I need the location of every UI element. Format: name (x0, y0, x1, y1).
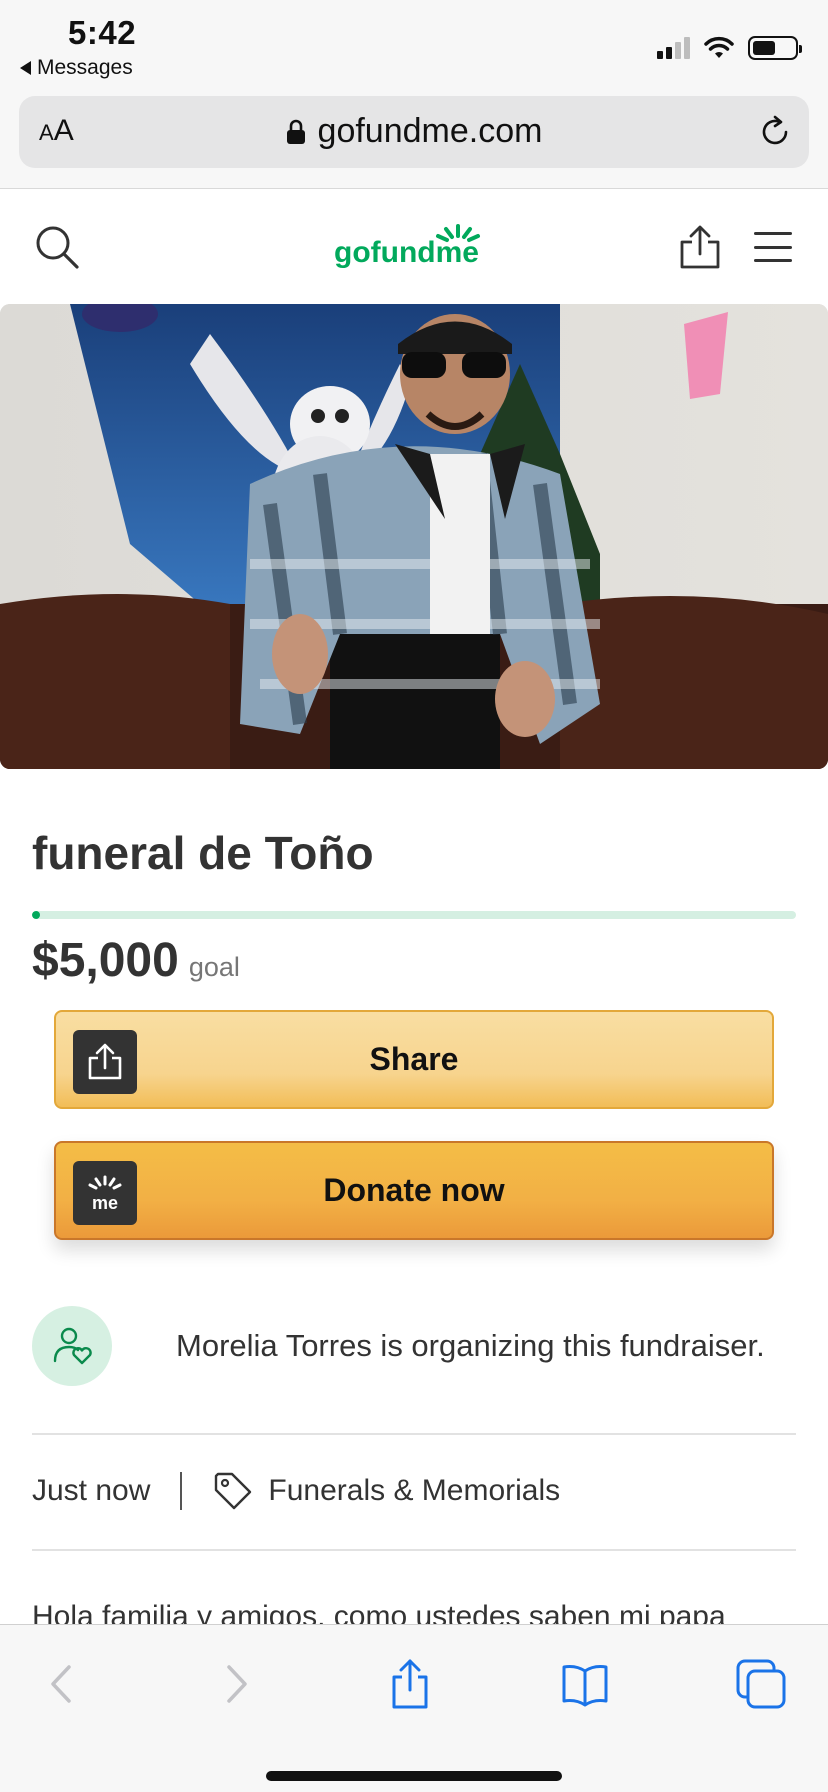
hamburger-menu-icon[interactable] (754, 232, 792, 262)
donate-button-label: Donate now (323, 1172, 505, 1208)
share-button[interactable]: Share (54, 1010, 774, 1109)
status-icons (657, 36, 802, 60)
svg-text:gofundme: gofundme (334, 236, 479, 269)
bookmarks-book-icon[interactable] (558, 1657, 612, 1711)
share-sheet-icon[interactable] (383, 1657, 437, 1711)
site-header: gofundme (0, 190, 828, 304)
campaign-photo (0, 304, 828, 769)
address-bar[interactable]: AA gofundme.com (19, 96, 809, 168)
logo-mark-icon: gofundme (334, 224, 480, 269)
back-app-label: Messages (37, 56, 133, 79)
share-icon[interactable] (678, 224, 722, 270)
goal-amount: $5,000 (32, 934, 179, 987)
goal-summary: $5,000 goal (32, 933, 240, 988)
battery-icon (748, 36, 802, 60)
created-time: Just now (32, 1474, 151, 1507)
meta-separator (180, 1472, 183, 1510)
url-display[interactable]: gofundme.com (19, 112, 809, 151)
category-link[interactable]: Funerals & Memorials (268, 1474, 560, 1508)
progress-fill (32, 911, 40, 919)
organizer-text: Morelia Torres is organizing this fundra… (176, 1328, 765, 1363)
cellular-signal-icon (657, 37, 690, 59)
organizer-heart-user-icon (32, 1306, 112, 1386)
gofundme-me-icon: me (73, 1161, 137, 1225)
campaign-title: funeral de Toño (32, 827, 374, 879)
browser-header: 5:42 Messages AA gofundme.com (0, 0, 828, 189)
organizer-row: Morelia Torres is organizing this fundra… (32, 1306, 796, 1386)
tag-icon (215, 1472, 252, 1510)
back-to-app-link[interactable]: Messages (20, 56, 133, 80)
goal-label: goal (188, 952, 240, 982)
campaign-meta: Just now Funerals & Memorials (32, 1466, 560, 1516)
donate-now-button[interactable]: me Donate now (54, 1141, 774, 1240)
browser-toolbar (0, 1624, 828, 1792)
wifi-icon (704, 36, 734, 58)
home-indicator[interactable] (266, 1771, 562, 1781)
lock-icon (286, 119, 305, 144)
forward-chevron-icon[interactable] (208, 1657, 262, 1711)
status-time: 5:42 (68, 14, 137, 51)
divider (32, 1549, 796, 1551)
search-icon[interactable] (34, 224, 80, 270)
back-chevron-icon[interactable] (36, 1657, 90, 1711)
reload-icon[interactable] (757, 114, 793, 150)
svg-text:me: me (92, 1193, 118, 1213)
tabs-icon[interactable] (734, 1657, 788, 1711)
share-button-label: Share (369, 1041, 459, 1077)
share-icon (73, 1030, 137, 1094)
donation-progress-bar (32, 911, 796, 919)
url-text: gofundme.com (317, 112, 543, 150)
gofundme-logo[interactable]: gofundme (334, 220, 496, 272)
back-triangle-icon (20, 61, 31, 75)
divider (32, 1433, 796, 1435)
